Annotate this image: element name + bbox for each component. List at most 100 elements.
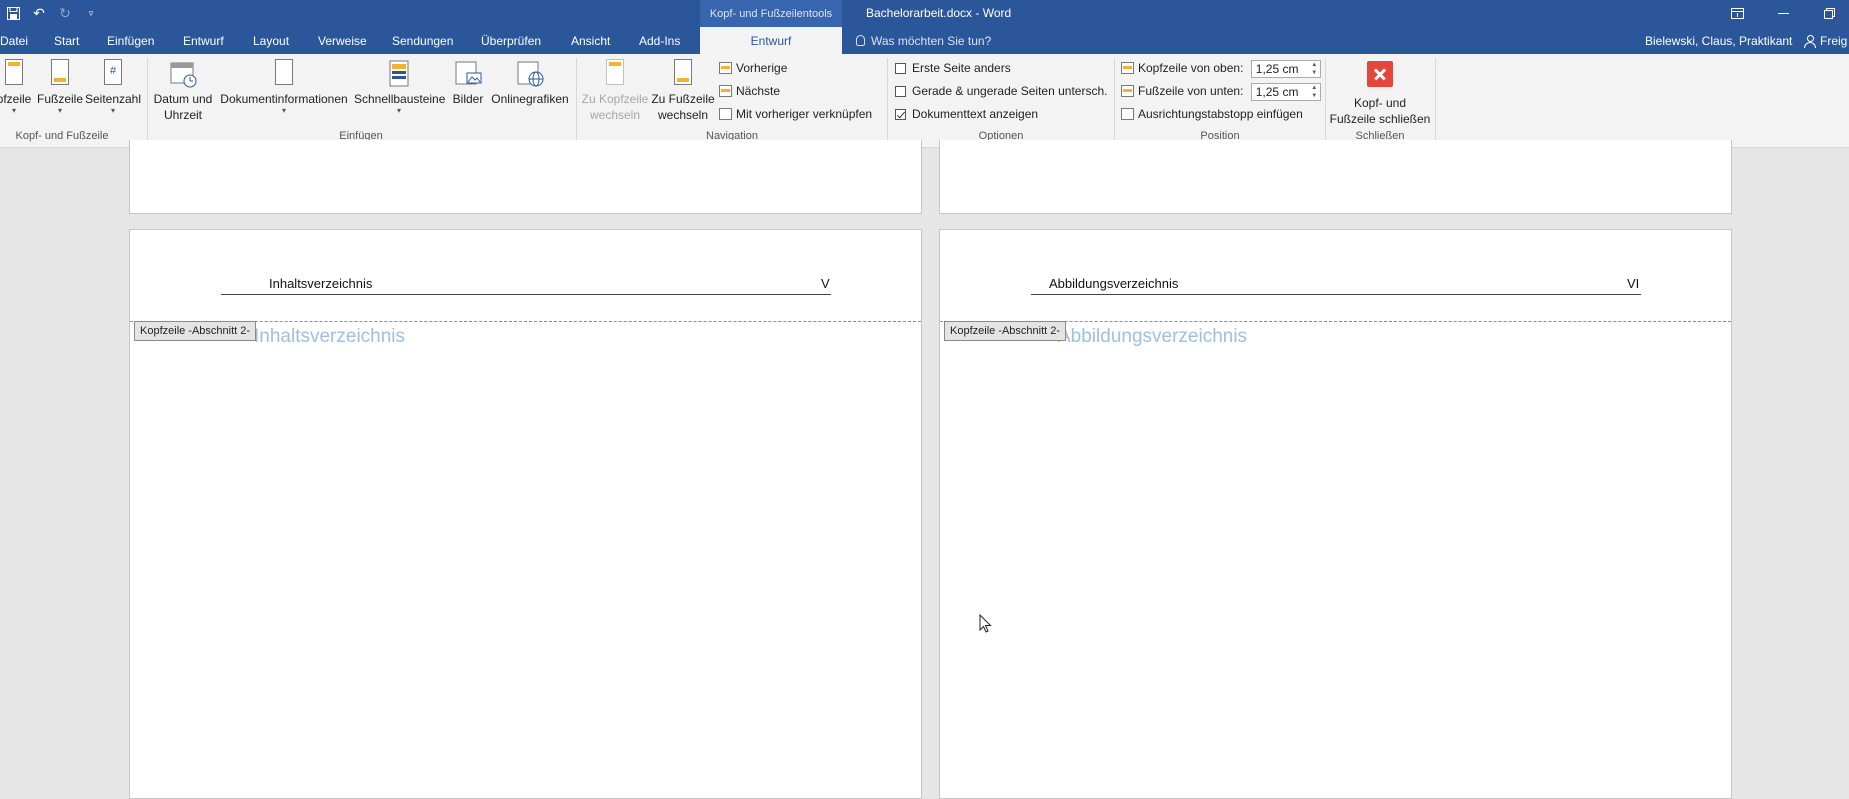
goto-footer-button[interactable]: Zu Fußzeile wechseln [650, 59, 716, 123]
tab-einfuegen[interactable]: Einfügen [107, 27, 154, 54]
tab-verweise[interactable]: Verweise [318, 27, 367, 54]
chevron-down-icon: ▾ [281, 106, 286, 115]
group-separator [1114, 58, 1115, 142]
chevron-down-icon: ▾ [11, 106, 16, 115]
group-separator [576, 58, 577, 142]
document-info-button[interactable]: Dokumentinformationen ▾ [216, 59, 352, 115]
tab-ansicht[interactable]: Ansicht [571, 27, 610, 54]
online-pictures-label: Onlinegrafiken [491, 92, 569, 106]
date-time-label-1: Datum und [153, 92, 213, 106]
chevron-down-icon: ▾ [396, 106, 401, 115]
tell-me-placeholder: Was möchten Sie tun? [871, 33, 992, 48]
group-separator [887, 58, 888, 142]
tab-datei[interactable]: Datei [0, 27, 28, 54]
document-info-icon [269, 59, 299, 89]
odd-even-label: Gerade & ungerade Seiten untersch. [912, 84, 1108, 98]
page-left[interactable]: Inhaltsverzeichnis V Inhaltsverzeichnis … [129, 229, 922, 799]
quick-parts-button[interactable]: Schnellbausteine ▾ [354, 59, 445, 115]
goto-footer-icon [668, 59, 698, 89]
group-separator [1325, 58, 1326, 142]
customize-qat-icon[interactable]: ▿ [78, 0, 104, 27]
ribbon-display-icon[interactable] [1714, 0, 1760, 27]
page-number-right[interactable]: VI [1627, 276, 1639, 291]
page-number-icon: # [98, 59, 128, 89]
spinner-arrows-icon[interactable]: ▲ ▼ [1309, 61, 1320, 77]
previous-section-icon [719, 62, 732, 74]
next-section-icon [719, 85, 732, 97]
context-tab-group-label: Kopf- und Fußzeilentools [700, 0, 842, 27]
goto-footer-label-2: wechseln [657, 108, 709, 122]
show-document-text-option[interactable]: Dokumenttext anzeigen [895, 104, 1038, 124]
group-separator [147, 58, 148, 142]
page-right[interactable]: Abbildungsverzeichnis VI Abbildungsverze… [939, 229, 1732, 799]
insert-alignment-tab-button[interactable]: Ausrichtungstabstopp einfügen [1121, 104, 1303, 124]
account-name[interactable]: Bielewski, Claus, Praktikant [1645, 27, 1792, 54]
footer-button[interactable]: Fußzeile ▾ [36, 59, 84, 115]
goto-header-button[interactable]: Zu Kopfzeile wechseln [580, 59, 650, 123]
ribbon-body: pfzeile ▾ Fußzeile ▾ # Seitenzahl ▾ Kopf… [0, 54, 1849, 148]
page-number-label: Seitenzahl [84, 92, 142, 106]
tab-layout[interactable]: Layout [253, 27, 289, 54]
close-icon [1367, 61, 1393, 87]
tab-entwurf-header-footer[interactable]: Entwurf [700, 27, 842, 54]
undo-icon[interactable]: ↶ [26, 0, 52, 27]
pictures-button[interactable]: Bilder [447, 59, 489, 107]
document-info-label: Dokumentinformationen [220, 92, 348, 106]
goto-footer-label-1: Zu Fußzeile [651, 92, 715, 106]
tab-entwurf-main[interactable]: Entwurf [183, 27, 224, 54]
restore-icon[interactable] [1806, 0, 1849, 27]
link-icon [719, 108, 732, 120]
different-first-page-checkbox[interactable] [895, 63, 906, 74]
tab-add-ins[interactable]: Add-Ins [639, 27, 680, 54]
header-from-top-spinner[interactable]: 1,25 cm ▲ ▼ [1250, 59, 1321, 78]
header-button[interactable]: pfzeile ▾ [0, 59, 34, 115]
goto-header-label-1: Zu Kopfzeile [581, 92, 649, 106]
chevron-down-icon: ▾ [57, 106, 62, 115]
tell-me-box[interactable]: Was möchten Sie tun? [856, 27, 991, 54]
redo-icon[interactable]: ↻ [52, 0, 78, 27]
mouse-cursor-icon [979, 614, 992, 633]
previous-button[interactable]: Vorherige [719, 58, 787, 78]
online-picture-icon [515, 59, 545, 89]
different-first-page-option[interactable]: Erste Seite anders [895, 58, 1011, 78]
online-pictures-button[interactable]: Onlinegrafiken [489, 59, 571, 107]
odd-even-option[interactable]: Gerade & ungerade Seiten untersch. [895, 81, 1107, 101]
header-title-right[interactable]: Abbildungsverzeichnis [1049, 276, 1178, 291]
footer-from-bottom-label: Fußzeile von unten: [1138, 84, 1244, 98]
tab-sendungen[interactable]: Sendungen [392, 27, 453, 54]
lightbulb-icon [856, 35, 865, 46]
spinner-arrows-icon[interactable]: ▲ ▼ [1309, 84, 1320, 100]
goto-header-label-2: wechseln [589, 108, 641, 122]
goto-header-icon [600, 59, 630, 89]
footer-from-bottom-spinner[interactable]: 1,25 cm ▲ ▼ [1250, 82, 1321, 101]
header-from-top-row: Kopfzeile von oben: 1,25 cm ▲ ▼ [1121, 58, 1321, 78]
header-title-left[interactable]: Inhaltsverzeichnis [269, 276, 372, 291]
chevron-down-icon: ▾ [110, 106, 115, 115]
show-document-text-checkbox[interactable] [895, 109, 906, 120]
header-label: pfzeile [0, 92, 32, 106]
tab-start[interactable]: Start [54, 27, 79, 54]
odd-even-checkbox[interactable] [895, 86, 906, 97]
ghost-heading-right: Abbildungsverzeichnis [1058, 326, 1248, 347]
link-previous-button[interactable]: Mit vorheriger verknüpfen [719, 104, 872, 124]
ribbon-tab-row: Datei Start Einfügen Entwurf Layout Verw… [0, 27, 1849, 54]
next-button[interactable]: Nächste [719, 81, 780, 101]
quick-parts-icon [384, 59, 414, 89]
share-label: Freig [1820, 33, 1848, 48]
document-title: Bachelorarbeit.docx - Word [866, 6, 1012, 20]
different-first-page-label: Erste Seite anders [912, 61, 1011, 75]
close-header-footer-button[interactable]: Kopf- und Fußzeile schließen [1329, 59, 1431, 127]
header-from-top-value: 1,25 cm [1255, 61, 1299, 76]
footer-from-bottom-value: 1,25 cm [1255, 84, 1299, 99]
page-previous-right [939, 140, 1732, 214]
page-number-button[interactable]: # Seitenzahl ▾ [84, 59, 142, 115]
insert-alignment-tab-label: Ausrichtungstabstopp einfügen [1138, 107, 1303, 121]
tab-ueberpruefen[interactable]: Überprüfen [481, 27, 541, 54]
page-number-left[interactable]: V [821, 276, 830, 291]
header-from-top-label: Kopfzeile von oben: [1138, 61, 1244, 75]
save-icon[interactable] [0, 0, 26, 27]
previous-label: Vorherige [736, 61, 788, 75]
date-time-button[interactable]: Datum und Uhrzeit [151, 59, 215, 123]
minimize-icon[interactable] [1760, 0, 1806, 27]
share-button[interactable]: Freig [1804, 27, 1847, 54]
